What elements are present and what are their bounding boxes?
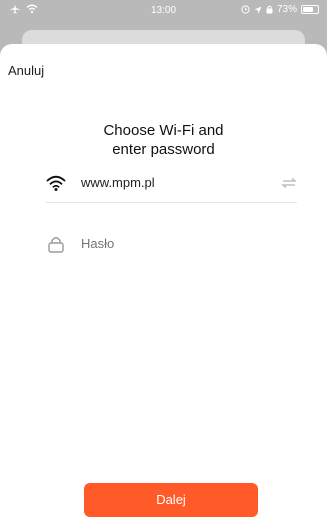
location-icon — [254, 6, 262, 13]
next-button[interactable]: Dalej — [84, 483, 258, 517]
lock-icon — [48, 237, 64, 253]
alarm-icon — [241, 5, 250, 14]
wifi-name: www.mpm.pl — [81, 175, 155, 190]
battery-icon — [301, 5, 319, 14]
wifi-setup-sheet: Anuluj Choose Wi-Fi and enter password w… — [0, 44, 327, 521]
status-right: 73% — [241, 4, 319, 15]
battery-fill — [303, 7, 314, 12]
wifi-icon — [46, 175, 66, 191]
page-title: Choose Wi-Fi and enter password — [0, 121, 327, 159]
cancel-button[interactable]: Anuluj — [8, 63, 44, 78]
password-input[interactable] — [81, 236, 261, 251]
switch-network-icon[interactable] — [281, 175, 297, 191]
title-line-1: Choose Wi-Fi and — [103, 122, 224, 139]
title-line-2: enter password — [112, 141, 215, 158]
lock-rotation-icon — [266, 5, 273, 14]
password-field[interactable] — [46, 224, 297, 264]
battery-percent: 73% — [276, 4, 297, 15]
status-bar: 13:00 73% — [0, 0, 327, 20]
wifi-field[interactable]: www.mpm.pl — [46, 163, 297, 203]
